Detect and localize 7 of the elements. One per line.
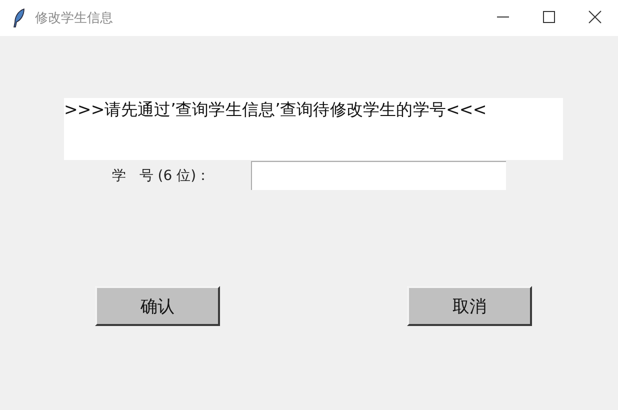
feather-icon	[12, 8, 26, 28]
cancel-button[interactable]: 取消	[407, 286, 532, 326]
instruction-text: >>>请先通过’查询学生信息’查询待修改学生的学号<<<	[64, 98, 563, 160]
student-id-label: 学 号 (6 位)：	[112, 166, 212, 184]
window-title: 修改学生信息	[35, 10, 113, 27]
student-id-field[interactable]	[251, 161, 506, 190]
confirm-button[interactable]: 确认	[95, 286, 220, 326]
